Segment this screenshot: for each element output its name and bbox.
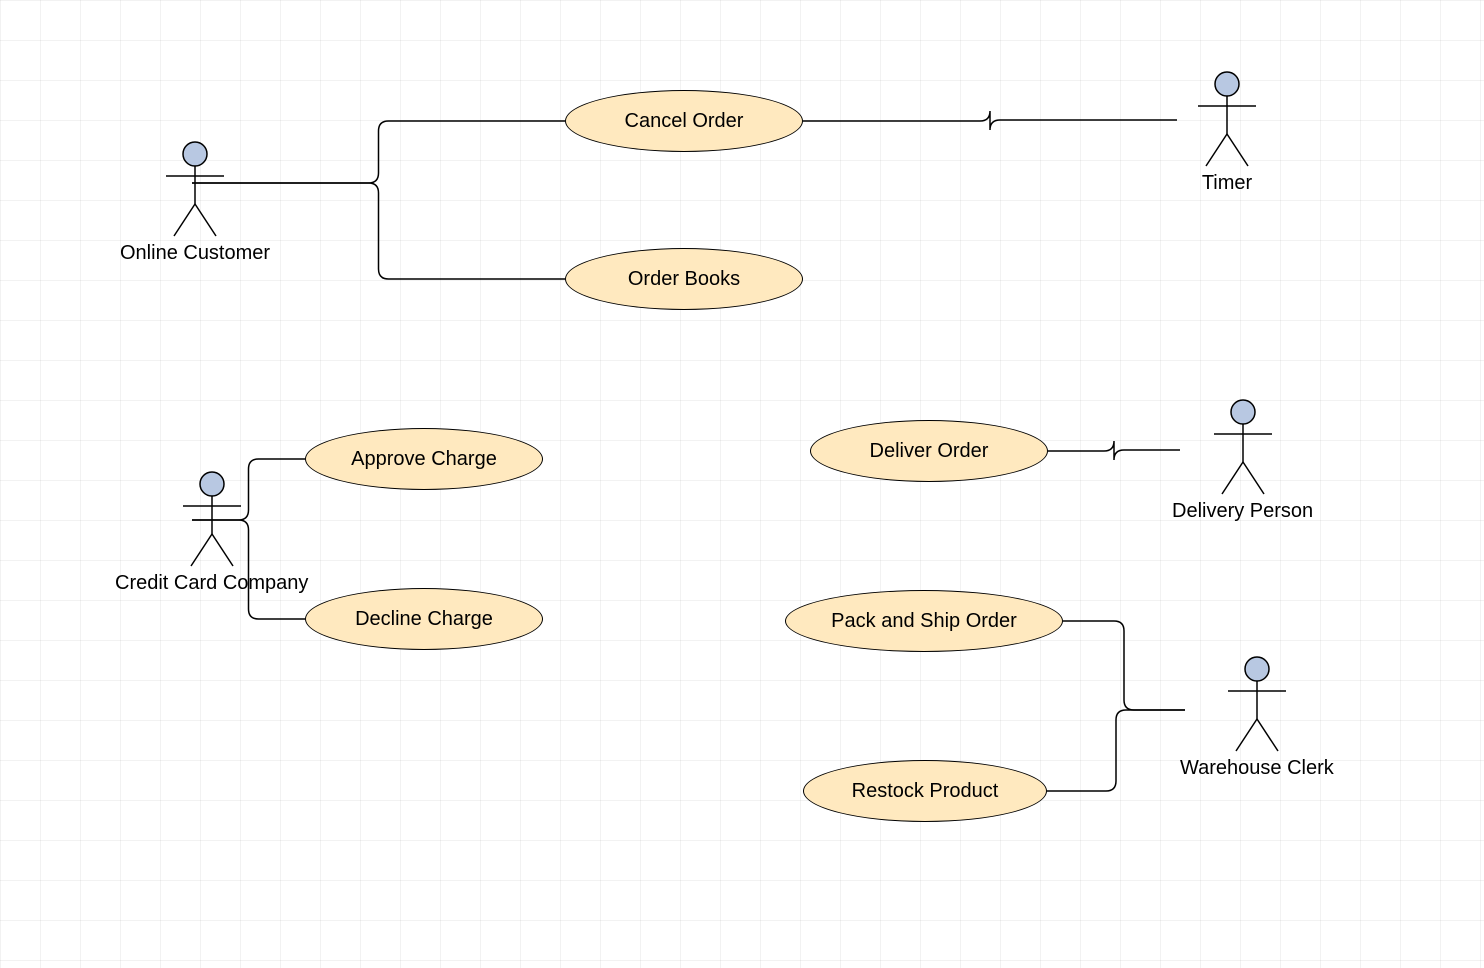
actor-timer: Timer	[1192, 70, 1262, 195]
usecase-label: Restock Product	[852, 780, 999, 803]
association-line	[1063, 621, 1185, 710]
usecase-label: Pack and Ship Order	[831, 610, 1017, 633]
actor-online-customer: Online Customer	[120, 140, 270, 265]
usecase-order-books: Order Books	[565, 248, 803, 310]
stick-figure-icon	[1208, 398, 1278, 496]
usecase-label: Decline Charge	[355, 608, 493, 631]
actor-warehouse-clerk: Warehouse Clerk	[1180, 655, 1334, 780]
actor-label: Credit Card Company	[115, 572, 308, 595]
usecase-cancel-order: Cancel Order	[565, 90, 803, 152]
association-line	[803, 111, 1177, 130]
usecase-label: Order Books	[628, 268, 740, 291]
usecase-deliver-order: Deliver Order	[810, 420, 1048, 482]
usecase-pack-and-ship-order: Pack and Ship Order	[785, 590, 1063, 652]
actor-delivery-person: Delivery Person	[1172, 398, 1313, 523]
association-line	[1048, 441, 1180, 460]
usecase-decline-charge: Decline Charge	[305, 588, 543, 650]
actor-label: Delivery Person	[1172, 500, 1313, 523]
stick-figure-icon	[1192, 70, 1262, 168]
stick-figure-icon	[177, 470, 247, 568]
usecase-label: Deliver Order	[870, 440, 989, 463]
usecase-label: Cancel Order	[625, 110, 744, 133]
actor-label: Warehouse Clerk	[1180, 757, 1334, 780]
usecase-restock-product: Restock Product	[803, 760, 1047, 822]
actor-label: Timer	[1202, 172, 1252, 195]
association-line	[1047, 710, 1185, 791]
actor-label: Online Customer	[120, 242, 270, 265]
usecase-label: Approve Charge	[351, 448, 497, 471]
stick-figure-icon	[160, 140, 230, 238]
actor-credit-card-company: Credit Card Company	[115, 470, 308, 595]
diagram-canvas: Online Customer Timer Credit Card Compan…	[0, 0, 1484, 968]
stick-figure-icon	[1222, 655, 1292, 753]
usecase-approve-charge: Approve Charge	[305, 428, 543, 490]
